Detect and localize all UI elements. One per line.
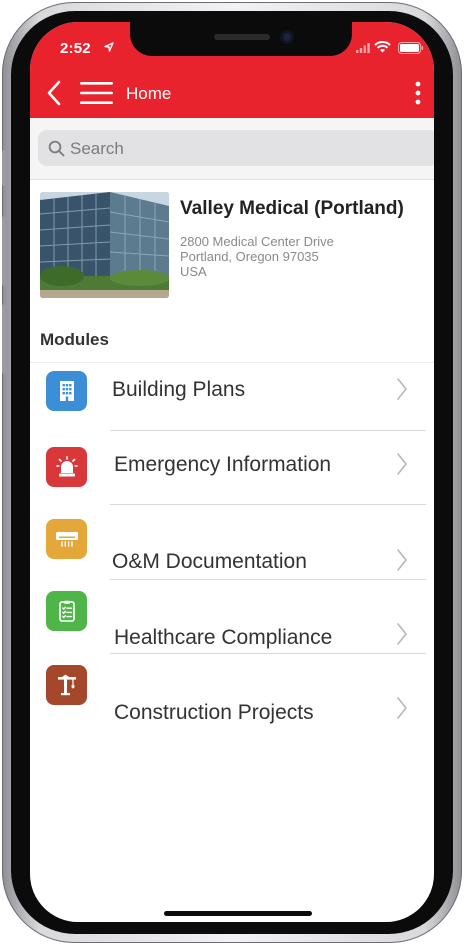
more-options-icon[interactable] (414, 80, 422, 106)
building-icon (46, 371, 87, 411)
location-arrow-icon (104, 42, 114, 52)
app-screen: 2:52 Home Search Valley Medical (Portlan… (30, 22, 434, 922)
nav-title: Home (126, 84, 172, 103)
chevron-right-icon (397, 378, 407, 400)
camera-notch (130, 22, 352, 56)
app-header: 2:52 Home (30, 22, 434, 118)
module-label: Construction Projects (114, 701, 314, 724)
chevron-right-icon (397, 623, 407, 645)
facility-address-line2: Portland, Oregon 97035 (180, 249, 319, 264)
module-construction-projects[interactable]: Construction Projects (30, 654, 434, 728)
wifi-icon (374, 41, 391, 53)
facility-photo[interactable] (40, 192, 169, 298)
module-label: O&M Documentation (112, 550, 307, 573)
chevron-right-icon (397, 697, 407, 719)
speaker-grille (214, 34, 270, 40)
back-chevron-icon[interactable] (46, 80, 62, 106)
air-conditioner-icon (46, 519, 87, 559)
modules-heading: Modules (40, 330, 109, 349)
chevron-right-icon (397, 549, 407, 571)
home-indicator[interactable] (164, 911, 312, 916)
mute-switch (2, 150, 6, 186)
facility-name: Valley Medical (Portland) (180, 198, 404, 219)
search-icon (48, 140, 65, 157)
facility-address-line1: 2800 Medical Center Drive (180, 234, 334, 249)
crane-icon (46, 665, 87, 705)
search-placeholder: Search (70, 139, 124, 158)
module-om-documentation[interactable]: O&M Documentation (30, 505, 434, 579)
battery-icon (398, 42, 424, 54)
chevron-right-icon (397, 453, 407, 475)
module-label: Emergency Information (114, 453, 332, 476)
module-healthcare-compliance[interactable]: Healthcare Compliance (30, 580, 434, 654)
facility-country: USA (180, 264, 207, 279)
hamburger-menu-icon[interactable] (80, 81, 113, 105)
status-time: 2:52 (60, 40, 91, 57)
siren-icon (46, 447, 87, 487)
volume-up-button (2, 216, 6, 286)
module-emergency-information[interactable]: Emergency Information (30, 431, 434, 505)
search-input[interactable]: Search (38, 130, 434, 166)
volume-down-button (2, 304, 6, 374)
checklist-icon (46, 591, 87, 631)
front-camera (280, 30, 294, 44)
cellular-signal-icon (356, 43, 370, 53)
module-label: Building Plans (112, 378, 246, 401)
section-divider (30, 362, 434, 363)
module-building-plans[interactable]: Building Plans (30, 364, 434, 438)
module-label: Healthcare Compliance (114, 626, 333, 649)
search-bar-container: Search (30, 118, 434, 180)
